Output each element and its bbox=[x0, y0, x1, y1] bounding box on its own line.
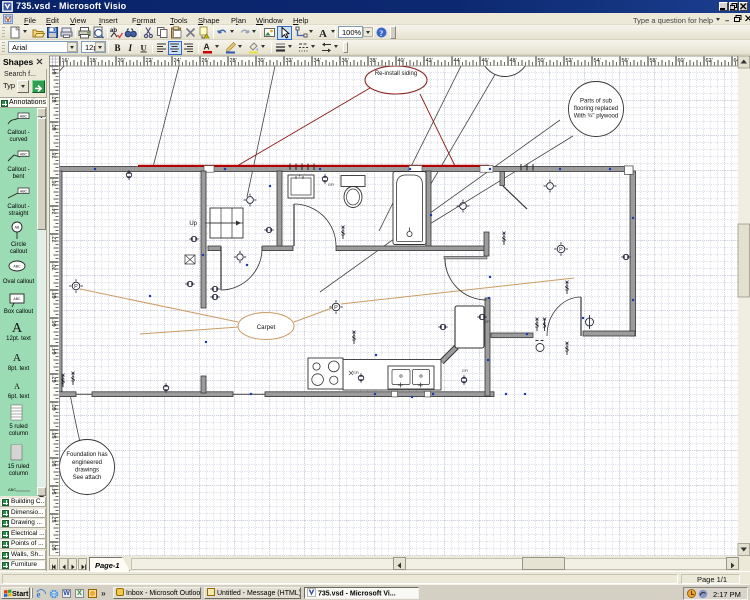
svg-text:50': 50' bbox=[538, 58, 545, 64]
svg-text:70': 70' bbox=[52, 264, 58, 271]
svg-text:A: A bbox=[204, 42, 210, 52]
svg-text:GFI: GFI bbox=[353, 371, 359, 375]
svg-text:52': 52' bbox=[566, 58, 573, 64]
svg-text:S: S bbox=[502, 235, 506, 244]
svg-text:80': 80' bbox=[52, 124, 58, 131]
svg-text:P: P bbox=[334, 305, 338, 311]
svg-text:S: S bbox=[71, 375, 75, 384]
svg-text:50': 50' bbox=[52, 544, 58, 551]
svg-text:30': 30' bbox=[258, 58, 265, 64]
svg-text:ABC: ABC bbox=[20, 115, 28, 119]
svg-text:With ¾" plywood: With ¾" plywood bbox=[574, 114, 618, 120]
svg-text:GFI: GFI bbox=[328, 183, 334, 187]
svg-text:A: A bbox=[14, 382, 20, 391]
svg-text:P: P bbox=[559, 247, 563, 253]
svg-text:Foundation has: Foundation has bbox=[66, 452, 107, 458]
svg-text:engineered: engineered bbox=[72, 460, 102, 466]
svg-text:S: S bbox=[61, 377, 65, 386]
svg-text:72': 72' bbox=[52, 236, 58, 243]
svg-text:S: S bbox=[341, 229, 345, 238]
svg-text:56': 56' bbox=[622, 58, 629, 64]
svg-text:62': 62' bbox=[52, 376, 58, 383]
svg-text:42': 42' bbox=[426, 58, 433, 64]
svg-text:82': 82' bbox=[52, 96, 58, 103]
svg-text:28': 28' bbox=[230, 58, 237, 64]
svg-text:ABC: ABC bbox=[13, 265, 21, 269]
svg-text:20': 20' bbox=[118, 58, 125, 64]
svg-text:60': 60' bbox=[678, 58, 685, 64]
svg-text:S: S bbox=[352, 334, 356, 343]
svg-text:U: U bbox=[141, 43, 147, 53]
svg-text:66': 66' bbox=[52, 320, 58, 327]
svg-text:36': 36' bbox=[342, 58, 349, 64]
svg-text:68': 68' bbox=[52, 292, 58, 299]
svg-text:?: ? bbox=[379, 29, 383, 38]
svg-text:60': 60' bbox=[52, 404, 58, 411]
svg-text:18': 18' bbox=[90, 58, 97, 64]
svg-text:54': 54' bbox=[594, 58, 601, 64]
svg-text:e: e bbox=[37, 589, 41, 599]
svg-text:38': 38' bbox=[370, 58, 377, 64]
svg-text:S: S bbox=[565, 345, 569, 354]
svg-text:34': 34' bbox=[314, 58, 321, 64]
svg-text:A: A bbox=[319, 28, 327, 39]
svg-text:46': 46' bbox=[482, 58, 489, 64]
svg-text:S: S bbox=[565, 284, 569, 293]
svg-text:drawings: drawings bbox=[75, 468, 99, 474]
svg-text:P: P bbox=[74, 284, 78, 290]
svg-text:78': 78' bbox=[52, 152, 58, 159]
svg-text:84': 84' bbox=[52, 68, 58, 75]
svg-text:B: B bbox=[115, 43, 121, 53]
svg-text:ABC: ABC bbox=[8, 487, 16, 492]
svg-text:76': 76' bbox=[52, 180, 58, 187]
svg-text:S: S bbox=[542, 321, 546, 330]
svg-text:62': 62' bbox=[706, 58, 713, 64]
svg-text:74': 74' bbox=[52, 208, 58, 215]
svg-text:Up: Up bbox=[189, 221, 197, 227]
svg-text:AB: AB bbox=[15, 226, 20, 230]
svg-text:22': 22' bbox=[146, 58, 153, 64]
svg-text:GFI: GFI bbox=[462, 369, 468, 373]
svg-text:A: A bbox=[13, 352, 21, 364]
svg-text:64': 64' bbox=[52, 348, 58, 355]
svg-text:Carpet: Carpet bbox=[257, 324, 276, 331]
svg-text:44': 44' bbox=[454, 58, 461, 64]
svg-text:flooring replaced: flooring replaced bbox=[574, 106, 618, 112]
svg-text:52': 52' bbox=[52, 516, 58, 523]
svg-text:ABC: ABC bbox=[20, 190, 28, 194]
svg-text:48': 48' bbox=[510, 58, 517, 64]
svg-text:ABC: ABC bbox=[13, 297, 21, 301]
svg-text:Re-install siding: Re-install siding bbox=[375, 71, 417, 77]
svg-text:40': 40' bbox=[398, 58, 405, 64]
svg-text:See attach: See attach bbox=[73, 475, 102, 481]
svg-text:A: A bbox=[12, 321, 23, 336]
svg-text:32': 32' bbox=[286, 58, 293, 64]
svg-text:26': 26' bbox=[202, 58, 209, 64]
svg-text:56': 56' bbox=[52, 460, 58, 467]
svg-text:58': 58' bbox=[650, 58, 657, 64]
svg-text:I: I bbox=[128, 43, 133, 53]
svg-text:58': 58' bbox=[52, 432, 58, 439]
svg-text:16': 16' bbox=[62, 58, 69, 64]
svg-text:GFI: GFI bbox=[484, 320, 490, 324]
svg-text:Parts of sub: Parts of sub bbox=[580, 99, 613, 105]
svg-text:24': 24' bbox=[174, 58, 181, 64]
svg-text:54': 54' bbox=[52, 488, 58, 495]
svg-text:S: S bbox=[535, 321, 539, 330]
svg-text:ABC: ABC bbox=[20, 153, 28, 157]
